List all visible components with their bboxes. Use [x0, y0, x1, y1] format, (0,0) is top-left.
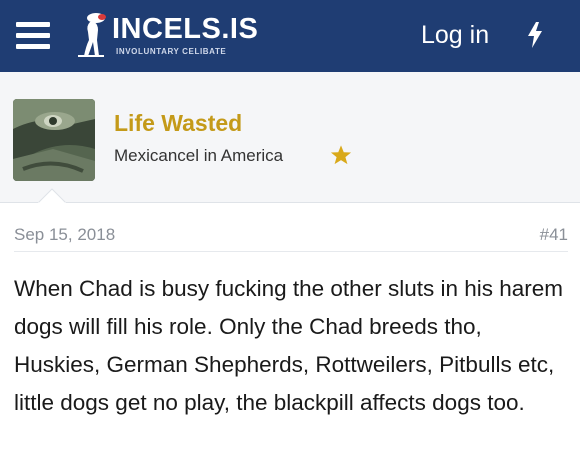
- post-number-link[interactable]: #41: [540, 225, 568, 245]
- post-date-link[interactable]: Sep 15, 2018: [14, 225, 115, 245]
- site-logo[interactable]: INCELS.IS INVOLUNTARY CELIBATE: [76, 12, 276, 58]
- top-navigation-bar: INCELS.IS INVOLUNTARY CELIBATE Log in: [0, 0, 580, 72]
- user-avatar[interactable]: [13, 99, 95, 181]
- post-meta-row: Sep 15, 2018 #41: [0, 203, 580, 253]
- username-link[interactable]: Life Wasted: [114, 110, 242, 137]
- star-icon: [330, 145, 352, 165]
- avatar-image: [13, 99, 95, 181]
- hamburger-icon[interactable]: [16, 22, 50, 50]
- post-body-text: When Chad is busy fucking the other slut…: [14, 276, 564, 415]
- user-title: Mexicancel in America: [114, 146, 284, 165]
- logo-figure-icon: [78, 13, 106, 57]
- post-meta-divider: [14, 251, 568, 252]
- user-arrow-pointer: [38, 188, 66, 204]
- logo-subtitle: INVOLUNTARY CELIBATE: [116, 47, 227, 56]
- post-user-block: Life Wasted Mexicancel in America: [0, 72, 580, 202]
- bolt-icon[interactable]: [527, 22, 543, 48]
- logo-title: INCELS.IS: [112, 13, 259, 45]
- login-link[interactable]: Log in: [421, 21, 489, 50]
